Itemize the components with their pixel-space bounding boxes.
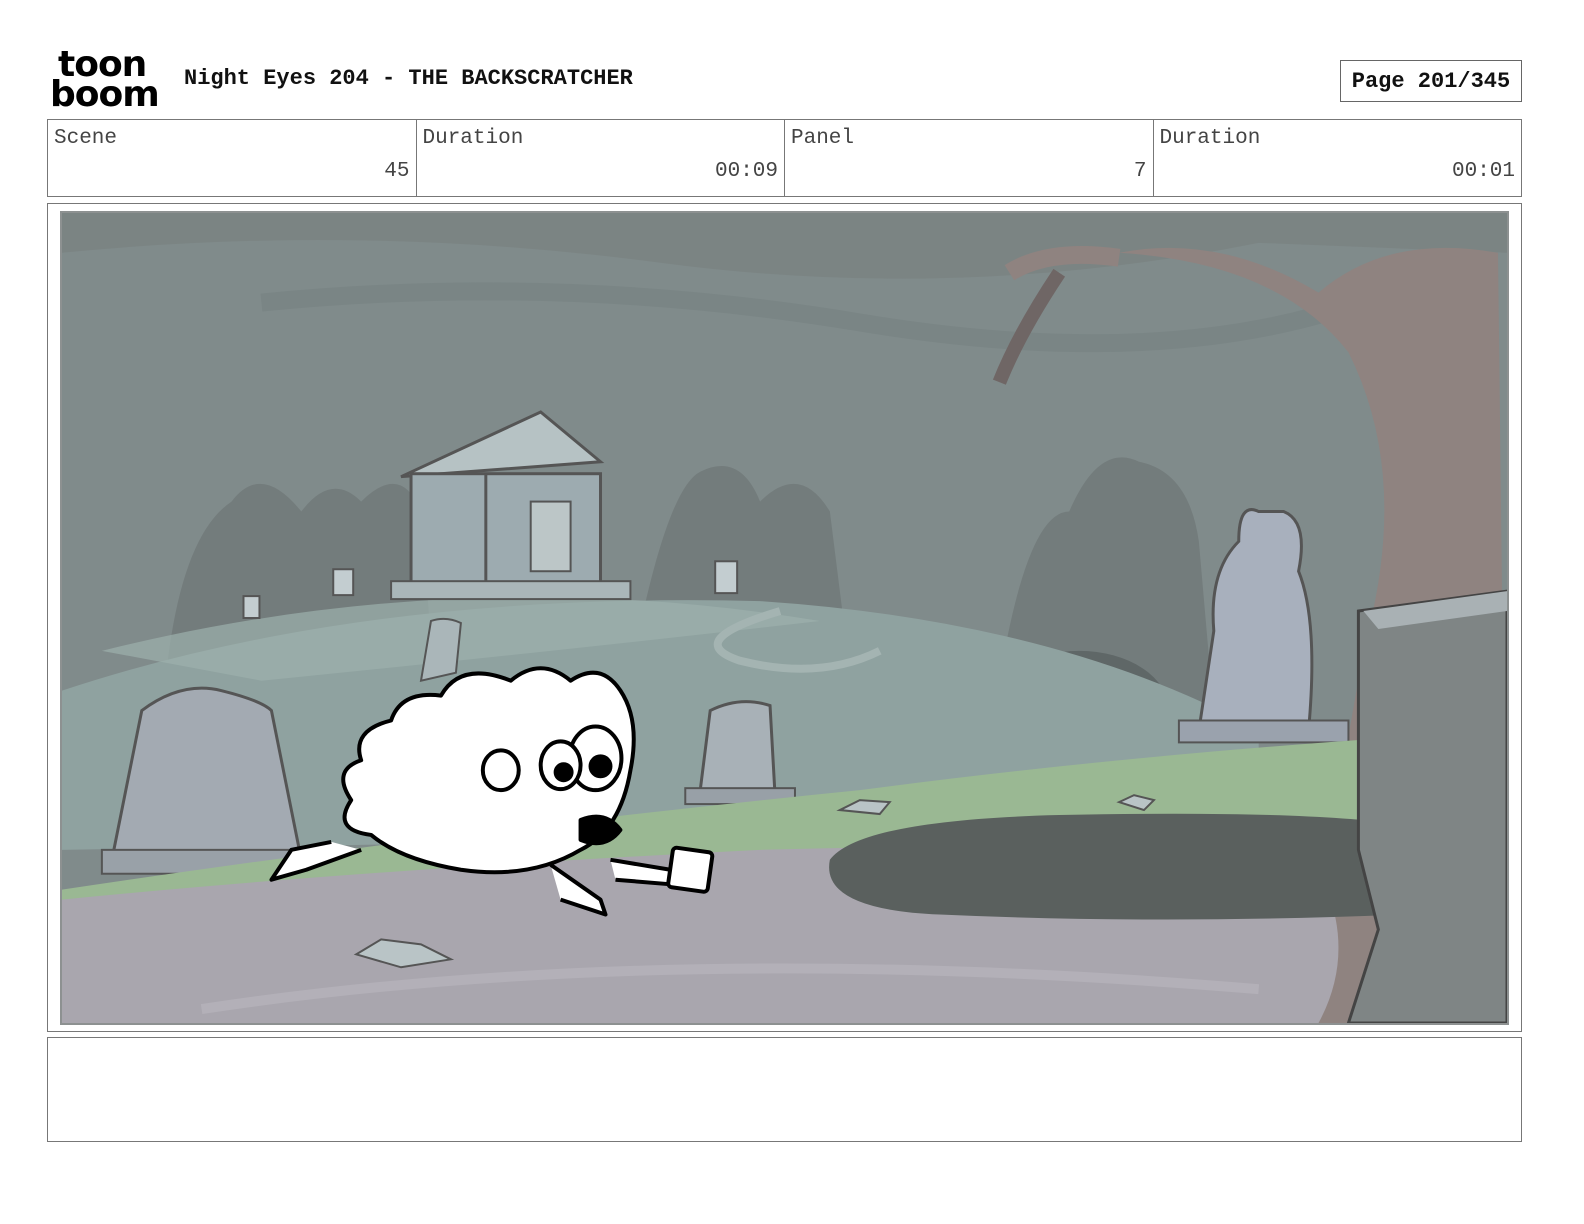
panel-duration-cell: Duration 00:01 — [1154, 120, 1522, 196]
storyboard-panel-image — [60, 211, 1509, 1025]
panel-cell: Panel 7 — [785, 120, 1154, 196]
scene-label: Scene — [54, 127, 118, 150]
scene-duration-cell: Duration 00:09 — [417, 120, 785, 196]
scene-duration-label: Duration — [422, 127, 524, 150]
scene-value: 45 — [384, 160, 410, 183]
logo-line-2: boom — [50, 74, 160, 115]
scene-duration-value: 00:09 — [714, 160, 778, 183]
storyboard-panel-frame — [47, 203, 1522, 1032]
panel-label: Panel — [791, 127, 855, 150]
panel-notes-box — [47, 1037, 1522, 1142]
panel-duration-label: Duration — [1159, 127, 1261, 150]
scene-cell: Scene 45 — [48, 120, 417, 196]
panel-duration-value: 00:01 — [1451, 160, 1515, 183]
graveyard-scene-illustration — [62, 213, 1507, 1023]
panel-value: 7 — [1133, 160, 1147, 183]
scene-info-row: Scene 45 Duration 00:09 Panel 7 Duration… — [47, 119, 1522, 197]
toonboom-logo: toon boom — [50, 47, 166, 115]
document-title: Night Eyes 204 - THE BACKSCRATCHER — [184, 66, 633, 91]
page-number: Page 201/345 — [1340, 60, 1522, 102]
